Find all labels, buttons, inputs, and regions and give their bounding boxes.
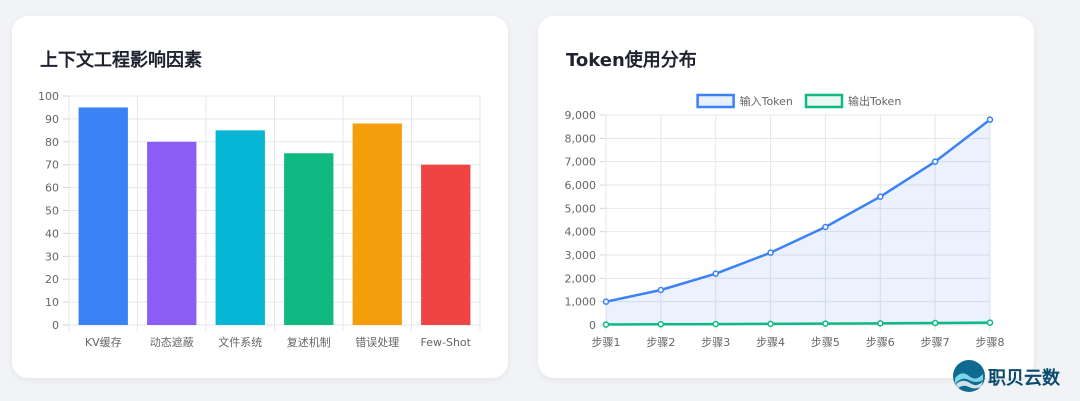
watermark-text: 职贝云数 — [988, 368, 1060, 389]
y-tick-label: 100 — [38, 90, 59, 103]
y-tick-label: 2,000 — [565, 272, 597, 285]
x-tick-label: KV缓存 — [85, 335, 122, 349]
y-tick-label: 8,000 — [565, 132, 597, 145]
y-tick-label: 0 — [589, 319, 596, 332]
data-point — [767, 249, 774, 256]
data-point — [931, 158, 939, 165]
y-tick-label: 5,000 — [565, 202, 597, 215]
bar — [352, 123, 402, 325]
y-tick-label: 90 — [45, 113, 59, 126]
bar — [284, 153, 334, 325]
series-area — [606, 119, 990, 326]
x-tick-label: 复述机制 — [287, 335, 331, 349]
x-tick-label: 步骤1 — [592, 336, 621, 349]
data-point — [822, 223, 829, 231]
bar — [147, 141, 197, 325]
data-point — [986, 116, 994, 123]
bar — [78, 107, 128, 325]
x-tick-label: 步骤8 — [976, 336, 1005, 349]
data-point — [877, 320, 884, 327]
y-tick-label: 80 — [45, 136, 59, 149]
watermark-logo: 职贝云数 — [952, 356, 1080, 396]
impact-factors-card: 上下文工程影响因素 0 10 20 30 40 50 60 70 80 90 100 KV缓存 动态遮蔽… — [12, 16, 508, 378]
y-tick-label: 10 — [45, 296, 59, 309]
x-tick-label: 步骤6 — [866, 336, 895, 349]
y-tick-label: 40 — [45, 227, 59, 240]
x-tick-label: 动态遮蔽 — [150, 335, 194, 349]
bar — [215, 130, 265, 325]
y-tick-label: 6,000 — [565, 179, 597, 192]
legend-label: 输出Token — [848, 94, 901, 108]
legend-swatch — [696, 93, 735, 109]
data-point — [877, 193, 884, 200]
y-tick-label: 4,000 — [565, 226, 597, 239]
data-point — [657, 286, 665, 294]
y-tick-label: 30 — [45, 250, 59, 263]
bar — [421, 164, 471, 325]
x-tick-label: 步骤3 — [701, 336, 730, 349]
legend-swatch — [804, 93, 844, 109]
x-tick-label: 文件系统 — [218, 335, 262, 349]
bar-chart: 0 10 20 30 40 50 60 70 80 90 100 KV缓存 动态遮蔽 文件系统 复述机制 错误… — [38, 90, 481, 349]
y-tick-label: 3,000 — [565, 249, 597, 262]
y-tick-label: 20 — [45, 273, 59, 286]
data-point — [602, 298, 610, 305]
legend-label: 输入Token — [740, 94, 793, 108]
x-tick-label: Few-Shot — [421, 336, 472, 349]
data-point — [712, 270, 719, 277]
y-tick-label: 7,000 — [565, 156, 597, 169]
line-chart: 0 1,000 2,000 3,000 4,000 5,000 6,000 7,000 8,00… — [565, 93, 1005, 349]
token-usage-card: Token使用分布 0 1,000 2,000 3,000 4,000 5,000 6,00… — [538, 16, 1034, 378]
y-tick-label: 9,000 — [565, 109, 597, 122]
y-tick-label: 60 — [45, 182, 59, 195]
data-point — [712, 320, 719, 328]
y-tick-label: 1,000 — [565, 296, 597, 309]
data-point — [931, 319, 939, 327]
wave-logo-icon — [953, 360, 985, 392]
x-tick-label: 步骤7 — [921, 336, 950, 349]
data-point — [822, 320, 829, 327]
x-tick-label: 步骤2 — [646, 336, 675, 349]
x-tick-label: 步骤4 — [756, 336, 785, 349]
data-point — [767, 320, 774, 328]
y-tick-label: 0 — [52, 319, 59, 332]
data-point — [657, 321, 665, 328]
y-tick-label: 70 — [45, 159, 59, 172]
x-tick-label: 错误处理 — [355, 335, 399, 349]
data-point — [986, 319, 994, 326]
y-tick-label: 50 — [45, 205, 59, 218]
x-tick-label: 步骤5 — [811, 336, 840, 349]
data-point — [602, 321, 610, 328]
